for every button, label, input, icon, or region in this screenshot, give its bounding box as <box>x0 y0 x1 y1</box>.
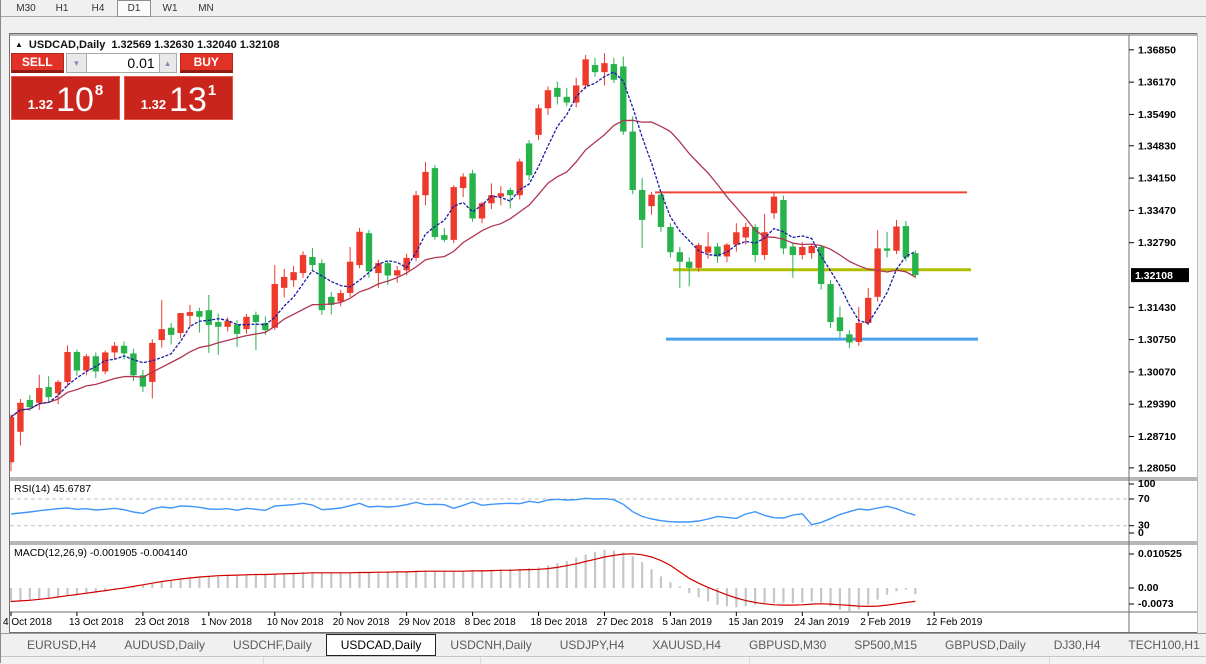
price-axis-label: 1.29390 <box>1138 399 1176 411</box>
date-axis-label: 24 Jan 2019 <box>794 617 849 628</box>
buy-price-prefix: 1.32 <box>140 97 167 112</box>
sell-button[interactable]: SELL <box>11 53 64 73</box>
current-price-value: 1.32108 <box>1135 270 1173 282</box>
timeframe-toolbar: M30 H1 H4 D1 W1 MN <box>1 0 1206 17</box>
volume-decrease-button[interactable]: ▼ <box>65 53 88 73</box>
candle <box>827 280 834 328</box>
macd-axis-label: 0.00 <box>1138 582 1159 594</box>
price-axis-label: 1.36170 <box>1138 77 1176 89</box>
buy-button[interactable]: BUY <box>179 53 233 73</box>
candle <box>620 56 627 135</box>
volume-input[interactable]: 0.01 <box>87 53 159 73</box>
chart-tab-xauusd-h4[interactable]: XAUUSD,H4 <box>638 634 735 656</box>
sell-quote-button[interactable]: 1.32 10 8 <box>11 76 120 120</box>
ohlc-values: 1.32569 1.32630 1.32040 1.32108 <box>111 39 280 51</box>
price-axis-label: 1.32790 <box>1138 237 1176 249</box>
chart-tab-usdcnh-daily[interactable]: USDCNH,Daily <box>436 634 545 656</box>
date-axis-label: 1 Nov 2018 <box>201 617 253 628</box>
rsi-label: RSI(14) 45.6787 <box>14 483 91 495</box>
application-window: M30 H1 H4 D1 W1 MN 1.36850 1.36170 1.35490 1.348… <box>0 0 1206 664</box>
price-axis-label: 1.34830 <box>1138 140 1176 152</box>
date-axis-label: 5 Jan 2019 <box>662 617 712 628</box>
chart-tab-audusd-daily[interactable]: AUDUSD,Daily <box>110 634 219 656</box>
date-axis-label: 12 Feb 2019 <box>926 617 983 628</box>
chart-symbol-header: ▲ USDCAD,Daily 1.32569 1.32630 1.32040 1… <box>15 39 280 51</box>
symbol-title: USDCAD,Daily <box>28 39 106 51</box>
candle <box>450 185 457 244</box>
date-axis-label: 18 Dec 2018 <box>531 617 588 628</box>
macd-axis-label: -0.0073 <box>1138 598 1174 610</box>
spin-down-icon: ▼ <box>72 58 81 68</box>
date-axis-label: 27 Dec 2018 <box>596 617 653 628</box>
sell-price-big: 10 <box>56 81 94 119</box>
timeframe-button-mn[interactable]: MN <box>189 0 223 17</box>
candle <box>356 227 363 269</box>
right-scroll-gutter[interactable] <box>1197 33 1206 633</box>
candle <box>525 140 533 181</box>
price-axis-label: 1.28050 <box>1138 462 1176 474</box>
macd-label: MACD(12,26,9) -0.001905 -0.004140 <box>14 547 188 559</box>
collapse-arrow-icon[interactable]: ▲ <box>15 40 23 49</box>
sell-price-pip: 8 <box>94 82 104 99</box>
candle <box>912 250 919 279</box>
date-axis-label: 2 Feb 2019 <box>860 617 911 628</box>
price-axis-label: 1.30750 <box>1138 334 1176 346</box>
chart-tabs-bar: EURUSD,H4 AUDUSD,Daily USDCHF,Daily USDCAD,… <box>1 633 1206 656</box>
volume-increase-button[interactable]: ▲ <box>158 53 177 73</box>
price-axis-label: 1.36850 <box>1138 44 1176 56</box>
buy-price-pip: 1 <box>207 82 217 99</box>
date-axis-label: 23 Oct 2018 <box>135 617 190 628</box>
rsi-indicator-label: RSI(14) 45.6787 <box>14 483 91 495</box>
price-axis-label: 1.30070 <box>1138 366 1176 378</box>
macd-axis-label: 0.010525 <box>1138 548 1182 560</box>
price-axis-label: 1.34150 <box>1138 173 1176 185</box>
timeframe-button-m30[interactable]: M30 <box>9 0 43 17</box>
candle <box>469 170 476 222</box>
date-axis-label: 13 Oct 2018 <box>69 617 124 628</box>
chart-tab-eurusd-h4[interactable]: EURUSD,H4 <box>13 634 110 656</box>
chart-tab-usdjpy-h4[interactable]: USDJPY,H4 <box>546 634 638 656</box>
date-axis-label: 4 Oct 2018 <box>3 617 52 628</box>
price-axis-label: 1.33470 <box>1138 205 1176 217</box>
macd-indicator-label: MACD(12,26,9) -0.001905 -0.004140 <box>14 547 188 559</box>
chart-tab-tech100-h1[interactable]: TECH100,H1 <box>1114 634 1206 656</box>
candle <box>780 195 787 255</box>
date-axis-label: 8 Dec 2018 <box>465 617 517 628</box>
candle <box>695 242 702 272</box>
price-axis-label: 1.35490 <box>1138 109 1176 121</box>
chart-tab-sp500-m15[interactable]: SP500,M15 <box>840 634 931 656</box>
date-axis-label: 10 Nov 2018 <box>267 617 324 628</box>
chart-tab-usdcad-daily[interactable]: USDCAD,Daily <box>325 634 437 656</box>
date-axis-label: 15 Jan 2019 <box>728 617 783 628</box>
candle <box>318 259 326 315</box>
candle <box>582 55 589 90</box>
rsi-axis-label: 70 <box>1138 493 1150 505</box>
buy-quote-button[interactable]: 1.32 13 1 <box>124 76 233 120</box>
candle <box>535 104 542 141</box>
timeframe-button-d1[interactable]: D1 <box>117 0 151 17</box>
rsi-axis-label: 0 <box>1138 527 1144 539</box>
price-axis-label: 1.28710 <box>1138 431 1176 443</box>
candle <box>817 245 825 290</box>
timeframe-button-h4[interactable]: H4 <box>81 0 115 17</box>
candle <box>412 190 420 262</box>
date-axis-label: 20 Nov 2018 <box>333 617 390 628</box>
timeframe-button-h1[interactable]: H1 <box>45 0 79 17</box>
price-axis-label: 1.31430 <box>1138 302 1176 314</box>
candle <box>431 165 439 240</box>
spin-up-icon: ▲ <box>163 58 172 68</box>
chart-tab-dj30-h4[interactable]: DJ30,H4 <box>1040 634 1115 656</box>
chart-tab-usdchf-daily[interactable]: USDCHF,Daily <box>219 634 326 656</box>
date-axis-label: 29 Nov 2018 <box>399 617 456 628</box>
chart-tab-gbpusd-daily[interactable]: GBPUSD,Daily <box>931 634 1040 656</box>
buy-price-big: 13 <box>169 81 207 119</box>
one-click-trade-panel: SELL ▼ 0.01 ▲ BUY 1.32 10 8 1.32 13 1 <box>11 53 233 120</box>
rsi-axis-label: 100 <box>1138 478 1156 490</box>
sell-price-prefix: 1.32 <box>27 97 54 112</box>
timeframe-button-w1[interactable]: W1 <box>153 0 187 17</box>
chart-tab-gbpusd-m30[interactable]: GBPUSD,M30 <box>735 634 840 656</box>
